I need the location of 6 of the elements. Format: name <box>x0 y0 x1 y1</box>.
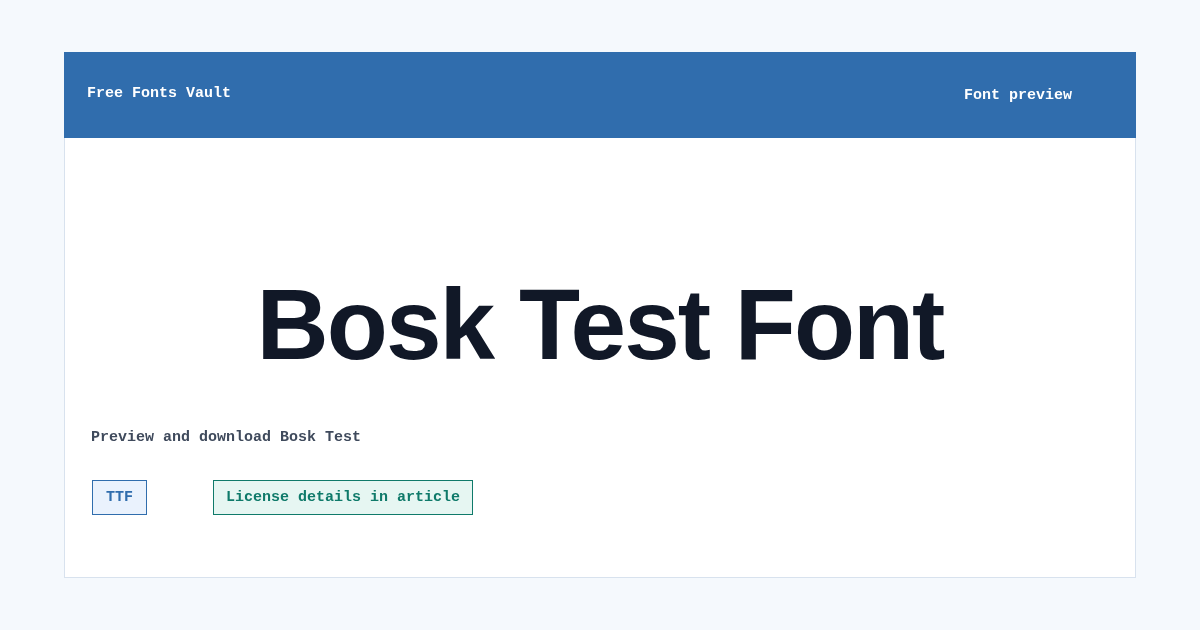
description-text: Preview and download Bosk Test <box>91 428 362 448</box>
format-tag: TTF <box>92 480 147 515</box>
page-label: Font preview <box>963 86 1072 104</box>
site-name: Free Fonts Vault <box>87 84 232 102</box>
font-sample-text: Bosk Test Font <box>256 267 944 382</box>
license-tag: License details in article <box>213 480 474 515</box>
